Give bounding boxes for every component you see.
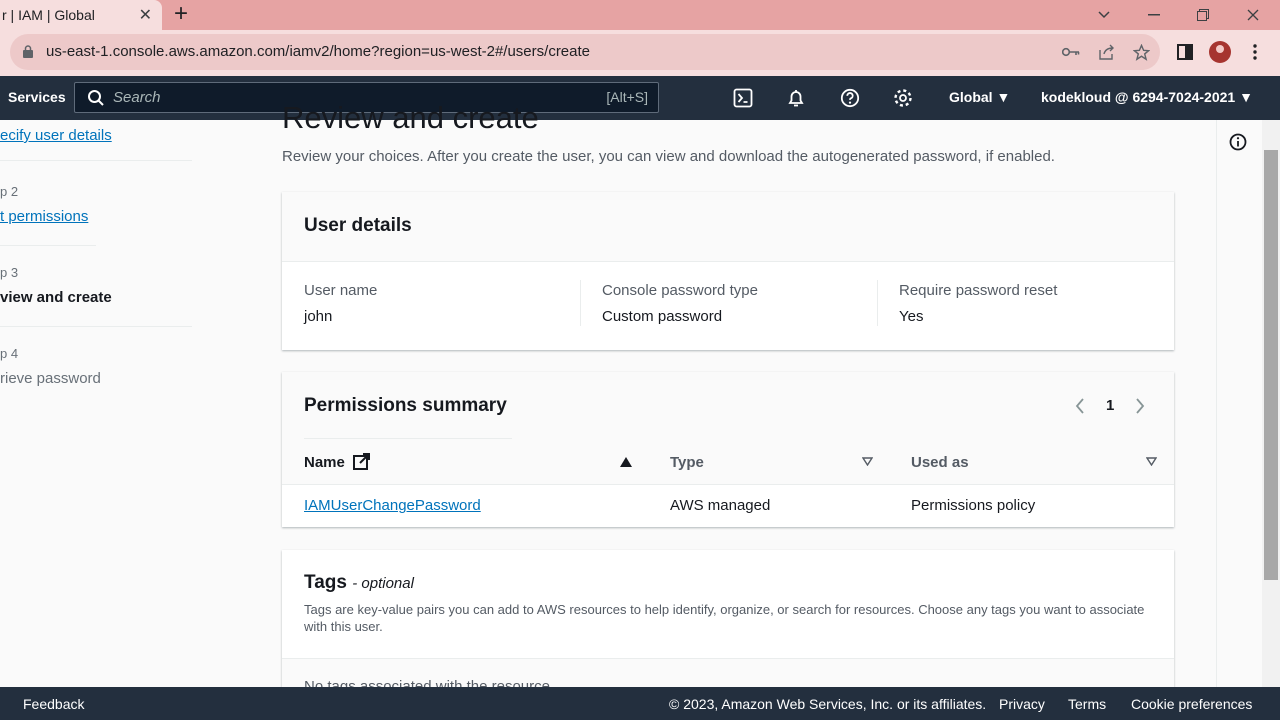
help-icon[interactable] [840, 88, 860, 108]
password-type-label: Console password type [602, 282, 758, 299]
sort-ascending-icon[interactable] [620, 457, 632, 467]
card-header [282, 372, 1174, 484]
step-divider [0, 160, 192, 161]
column-header-name-label: Name [304, 454, 345, 471]
bookmark-star-icon[interactable] [1132, 43, 1150, 61]
tags-optional-label: - optional [352, 575, 414, 592]
side-panel-icon[interactable] [1176, 43, 1194, 61]
policy-used-as: Permissions policy [911, 497, 1036, 514]
password-type-value: Custom password [602, 308, 723, 325]
step-divider [0, 245, 96, 246]
column-header-used-as[interactable]: Used as [911, 454, 969, 471]
settings-gear-icon[interactable] [893, 88, 913, 108]
restore-icon[interactable] [1183, 0, 1223, 30]
user-name-value: john [304, 308, 333, 325]
account-caret-icon: ▼ [1239, 89, 1253, 105]
tags-title: Tags - optional [304, 572, 414, 594]
tags-description: Tags are key-value pairs you can add to … [304, 602, 1145, 634]
sort-icon[interactable] [862, 457, 873, 466]
policy-type: AWS managed [670, 497, 771, 514]
privacy-link[interactable]: Privacy [999, 696, 1045, 712]
page-description: Review your choices. After you create th… [282, 148, 1055, 165]
step-2-label: p 2 [0, 184, 19, 199]
tags-empty-message: No tags associated with the resource. [304, 678, 555, 687]
card-header [282, 192, 1174, 262]
search-icon [88, 90, 104, 106]
info-icon[interactable] [1229, 133, 1247, 151]
step-3-current: view and create [0, 289, 112, 306]
tab-close-icon[interactable]: ✕ [139, 5, 152, 25]
profile-avatar[interactable] [1209, 41, 1231, 63]
external-link-icon [353, 453, 371, 470]
next-page-icon[interactable] [1134, 397, 1146, 415]
sort-icon[interactable] [1146, 457, 1157, 466]
notifications-bell-icon[interactable] [786, 88, 806, 108]
tab-search-icon[interactable] [1084, 0, 1124, 30]
policy-name-link[interactable]: IAMUserChangePassword [304, 497, 481, 514]
step-4-disabled: rieve password [0, 370, 101, 387]
cloudshell-icon[interactable] [733, 88, 753, 108]
window-close-icon[interactable] [1233, 0, 1273, 30]
region-caret-icon: ▼ [996, 89, 1011, 105]
column-header-name[interactable]: Name [304, 453, 371, 471]
scrollbar-thumb[interactable] [1264, 150, 1278, 580]
tags-card: Tags - optional Tags are key-value pairs… [282, 550, 1174, 687]
tags-title-label: Tags [304, 572, 347, 593]
step-3-label: p 3 [0, 265, 19, 280]
step-2-link[interactable]: t permissions [0, 208, 88, 225]
aws-top-nav: Services Search [Alt+S] Global ▼ kodeklo… [0, 76, 1280, 120]
user-details-card: User details User name john Console pass… [282, 192, 1174, 350]
aws-footer: Feedback © 2023, Amazon Web Services, In… [0, 687, 1280, 720]
step-4-label: p 4 [0, 346, 19, 361]
search-shortcut: [Alt+S] [606, 89, 648, 105]
header-divider [304, 438, 512, 439]
minimize-icon[interactable] [1134, 0, 1174, 30]
region-selector[interactable]: Global ▼ [949, 89, 1010, 105]
terms-link[interactable]: Terms [1068, 696, 1106, 712]
feedback-link[interactable]: Feedback [23, 696, 84, 712]
region-label: Global [949, 89, 993, 105]
lock-icon [23, 45, 33, 58]
browser-menu-icon[interactable] [1246, 43, 1264, 61]
browser-tab[interactable]: r | IAM | Global ✕ [0, 0, 162, 30]
cookie-preferences-link[interactable]: Cookie preferences [1131, 696, 1252, 712]
step-1-link[interactable]: ecify user details [0, 127, 112, 144]
page-title: Review and create [282, 100, 539, 135]
tab-title: r | IAM | Global [2, 7, 95, 23]
column-divider [877, 280, 878, 326]
user-name-label: User name [304, 282, 378, 299]
column-header-type[interactable]: Type [670, 454, 704, 471]
url-text[interactable]: us-east-1.console.aws.amazon.com/iamv2/h… [46, 43, 590, 60]
account-label: kodekloud @ 6294-7024-2021 [1041, 89, 1236, 105]
password-reset-value: Yes [899, 308, 924, 325]
search-placeholder: Search [113, 89, 161, 106]
row-divider [282, 484, 1174, 485]
permissions-summary-title: Permissions summary [304, 395, 507, 416]
page-number[interactable]: 1 [1106, 397, 1114, 414]
prev-page-icon[interactable] [1074, 397, 1086, 415]
step-divider [0, 326, 192, 327]
url-omnibox[interactable]: us-east-1.console.aws.amazon.com/iamv2/h… [10, 34, 1160, 70]
share-icon[interactable] [1098, 43, 1116, 61]
copyright-text: © 2023, Amazon Web Services, Inc. or its… [669, 696, 987, 712]
account-menu[interactable]: kodekloud @ 6294-7024-2021 ▼ [1041, 89, 1253, 105]
user-details-title: User details [304, 215, 412, 236]
column-divider [580, 280, 581, 326]
password-reset-label: Require password reset [899, 282, 1058, 299]
address-bar: us-east-1.console.aws.amazon.com/iamv2/h… [0, 30, 1280, 76]
services-menu[interactable]: Services [8, 89, 66, 105]
key-icon[interactable] [1062, 43, 1080, 61]
browser-tab-bar: r | IAM | Global ✕ + [0, 0, 1280, 30]
new-tab-icon[interactable]: + [174, 0, 188, 28]
permissions-summary-card: Permissions summary 1 Name Type Used as … [282, 372, 1174, 527]
